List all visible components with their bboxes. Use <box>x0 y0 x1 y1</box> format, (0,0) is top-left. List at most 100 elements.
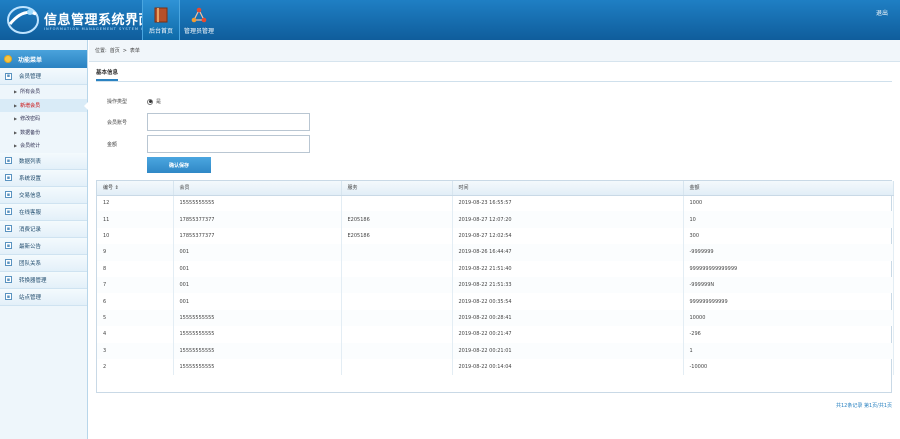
table-cell: 7 <box>97 276 174 294</box>
table-row[interactable]: 6 001 2019-08-22 00:35:54 999999999999 <box>97 293 894 310</box>
sidebar-group[interactable]: ▪ 系统设置 <box>0 169 87 187</box>
table-cell: 001 <box>173 293 342 310</box>
table-row[interactable]: 12 15555555555 2019-08-23 16:55:57 1000 <box>97 195 894 212</box>
table-cell: 9 <box>97 244 174 261</box>
arrow-right-icon: ▶ <box>14 102 18 108</box>
form-row-type: 操作类型 是 <box>107 98 161 105</box>
network-icon <box>191 7 207 23</box>
folder-icon: ▪ <box>5 174 12 181</box>
sidebar-group-label: 交易信息 <box>19 192 42 199</box>
sidebar-group[interactable]: ▪ 数据列表 <box>0 152 87 170</box>
sort-icon: ⇕ <box>114 185 119 192</box>
sidebar-group[interactable]: ▪ 在线客服 <box>0 203 87 221</box>
sidebar-group-label: 在线客服 <box>19 209 42 216</box>
type-label: 操作类型 <box>107 99 128 105</box>
sidebar-group-members[interactable]: ▪ 会员管理 <box>0 68 87 85</box>
table-row[interactable]: 2 15555555555 2019-08-22 00:14:04 -10000 <box>97 358 894 376</box>
table-cell: -999999N <box>683 276 894 294</box>
sidebar-group-label: 最新公告 <box>19 243 42 250</box>
table-cell: 17855377377 <box>173 211 342 228</box>
table-cell: 15555555555 <box>173 358 342 376</box>
folder-icon: ▪ <box>5 72 12 80</box>
table-cell: 8 <box>97 260 174 277</box>
app-title: 信息管理系统界面 <box>44 13 153 28</box>
sidebar-group[interactable]: ▪ 最新公告 <box>0 237 87 255</box>
breadcrumb-separator: > <box>122 47 127 54</box>
table-cell: 10 <box>683 211 894 228</box>
pagination-info: 共12条记录 第1页/共1页 <box>836 403 892 409</box>
logo: 信息管理系统界面 INFORMATION MANAGEMENT SYSTEM I… <box>6 4 168 36</box>
col-header-member: 会员 <box>173 181 342 196</box>
table-cell: 15555555555 <box>173 326 342 343</box>
sidebar-group[interactable]: ▪ 转换器管理 <box>0 271 87 289</box>
account-label: 会员账号 <box>107 119 128 126</box>
nav-item-admin[interactable]: 管理员管理 <box>180 0 218 40</box>
nav-item-home[interactable]: 后台首页 <box>142 0 180 40</box>
table-row[interactable]: 7 001 2019-08-22 21:51:33 -999999N <box>97 276 894 294</box>
table-cell <box>341 293 453 310</box>
folder-icon: ▪ <box>5 242 12 249</box>
table-row[interactable]: 11 17855377377 E205186 2019-08-27 12:07:20 1… <box>97 211 894 228</box>
sidebar-sub-item[interactable]: ▶ 修改密码 <box>0 112 87 126</box>
type-radio[interactable] <box>147 98 153 105</box>
save-button[interactable]: 确认保存 <box>147 157 211 173</box>
table-cell: 4 <box>97 326 174 343</box>
arrow-right-icon: ▶ <box>14 116 18 122</box>
table-cell <box>341 342 453 359</box>
folder-icon: ▪ <box>5 293 12 300</box>
sidebar-group-label: 转换器管理 <box>19 277 47 284</box>
sidebar-sub-item[interactable]: ▶ 数据备份 <box>0 126 87 140</box>
top-nav: 后台首页 管理员管理 <box>142 0 218 40</box>
table-cell: 1 <box>683 342 894 359</box>
table-cell: 999999999999999 <box>683 260 894 277</box>
sidebar-group[interactable]: ▪ 消费记录 <box>0 220 87 238</box>
table-cell: 12 <box>97 195 174 212</box>
table-cell: 2019-08-22 21:51:40 <box>452 260 684 277</box>
table-cell: 2019-08-22 21:51:33 <box>452 276 684 294</box>
breadcrumb: 位置: 首页 > 表单 <box>89 40 900 62</box>
breadcrumb-prefix: 位置: <box>95 48 107 54</box>
table-row[interactable]: 9 001 2019-08-26 16:44:47 -9999999 <box>97 244 894 261</box>
col-header-id[interactable]: 编号 ⇕ <box>97 181 174 196</box>
table-body: 12 15555555555 2019-08-23 16:55:57 1000 11 17… <box>97 195 894 376</box>
table-cell: 17855377377 <box>173 227 342 245</box>
table-cell: 001 <box>173 276 342 294</box>
table-row[interactable]: 4 15555555555 2019-08-22 00:21:47 -296 <box>97 326 894 343</box>
table-cell <box>341 309 453 327</box>
table-cell: 2019-08-26 16:44:47 <box>452 244 684 261</box>
sidebar-group[interactable]: ▪ 交易信息 <box>0 186 87 204</box>
table-cell: 2019-08-22 00:14:04 <box>452 358 684 376</box>
table-cell <box>341 276 453 294</box>
table-cell <box>341 244 453 261</box>
sidebar-sub-label: 数据备份 <box>20 129 41 136</box>
sidebar-group-label: 站点管理 <box>19 294 42 301</box>
top-header: 信息管理系统界面 INFORMATION MANAGEMENT SYSTEM I… <box>0 0 900 40</box>
sidebar-sub-item[interactable]: ▶ 所有会员 <box>0 85 87 99</box>
sidebar-group-label: 系统设置 <box>19 175 42 182</box>
sidebar-sub-item-active[interactable]: ▶ 新增会员 <box>0 98 88 112</box>
amount-input[interactable] <box>147 135 310 153</box>
sidebar-group[interactable]: ▪ 站点管理 <box>0 288 87 306</box>
sidebar-group[interactable]: ▪ 团队关系 <box>0 254 87 272</box>
menu-dot-icon <box>4 55 12 63</box>
amount-label: 金额 <box>107 141 118 148</box>
table-cell: 15555555555 <box>173 342 342 359</box>
table-cell: -296 <box>683 326 894 343</box>
records-table: 编号 ⇕ 会员 服务 时间 金额 12 15555555555 2019-08-23… <box>96 180 894 393</box>
table-row[interactable]: 10 17855377377 E205186 2019-08-27 12:02:54 3… <box>97 227 894 245</box>
table-cell: E205186 <box>341 211 453 228</box>
table-row[interactable]: 8 001 2019-08-22 21:51:40 999999999999999 <box>97 260 894 277</box>
exit-link[interactable]: 退出 <box>876 8 888 17</box>
table-cell: 999999999999 <box>683 293 894 310</box>
account-input[interactable] <box>147 113 310 131</box>
table-row[interactable]: 5 15555555555 2019-08-22 00:28:41 10000 <box>97 309 894 327</box>
table-row[interactable]: 3 15555555555 2019-08-22 00:21:01 1 <box>97 342 894 359</box>
breadcrumb-current: 表单 <box>129 48 140 54</box>
table-cell <box>341 358 453 376</box>
table-cell: 15555555555 <box>173 309 342 327</box>
section-title-label: 基本信息 <box>96 68 119 81</box>
nav-item-admin-label: 管理员管理 <box>183 28 214 35</box>
sidebar-sub-item[interactable]: ▶ 会员统计 <box>0 139 87 153</box>
arrow-right-icon: ▶ <box>14 143 18 149</box>
breadcrumb-home[interactable]: 首页 <box>110 47 120 54</box>
